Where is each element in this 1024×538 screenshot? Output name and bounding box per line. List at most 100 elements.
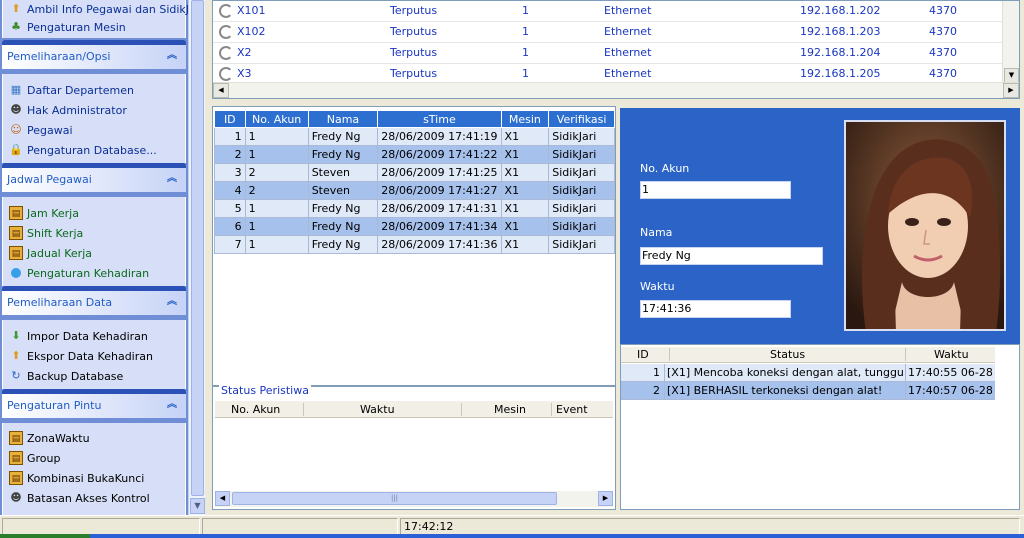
machine-number: 1 bbox=[522, 67, 529, 80]
column-header-no-akun[interactable]: No. Akun bbox=[231, 403, 280, 416]
column-header-verifikasi[interactable]: Verifikasi bbox=[548, 110, 615, 128]
machine-list-vscrollbar[interactable]: ▼ bbox=[1002, 1, 1019, 84]
table-row[interactable]: 3 2 Steven 28/06/2009 17:41:25 X1 SidikJ… bbox=[214, 163, 615, 182]
column-header-waktu[interactable]: Waktu bbox=[934, 348, 969, 361]
scroll-down-arrow-icon[interactable]: ▼ bbox=[1004, 68, 1019, 83]
scroll-right-arrow-icon[interactable]: ▶ bbox=[1003, 83, 1019, 98]
column-header-status[interactable]: Status bbox=[770, 348, 805, 361]
no-akun-field[interactable]: 1 bbox=[640, 181, 791, 199]
group-header-pemeliharaan-data[interactable]: Pemeliharaan Data ︽ bbox=[2, 286, 186, 315]
cell-id: 2 bbox=[214, 145, 246, 164]
sidebar-item-jam-kerja[interactable]: ▤ Jam Kerja bbox=[9, 204, 79, 222]
sidebar-item-ekspor-data[interactable]: ⬆ Ekspor Data Kehadiran bbox=[9, 347, 153, 365]
refresh-icon bbox=[219, 4, 233, 18]
sidebar-item-group[interactable]: ▤ Group bbox=[9, 449, 61, 467]
table-row[interactable]: 2 1 Fredy Ng 28/06/2009 17:41:22 X1 Sidi… bbox=[214, 145, 615, 164]
sidebar-item-batasan-akses[interactable]: ☻ Batasan Akses Kontrol bbox=[9, 489, 149, 507]
table-row[interactable]: 5 1 Fredy Ng 28/06/2009 17:41:31 X1 Sidi… bbox=[214, 199, 615, 218]
group-header-pemeliharaan-opsi[interactable]: Pemeliharaan/Opsi ︽ bbox=[2, 40, 186, 69]
column-header-id[interactable]: ID bbox=[637, 348, 649, 361]
sidebar-item-impor-data[interactable]: ⬇ Impor Data Kehadiran bbox=[9, 327, 147, 345]
table-row[interactable]: 1 [X1] Mencoba koneksi dengan alat, tung… bbox=[621, 364, 995, 382]
task-pane-scrollbar[interactable]: ▼ bbox=[188, 0, 205, 515]
sidebar-item-label: Jam Kerja bbox=[27, 206, 79, 220]
collapse-chevron-icon[interactable]: ︽ bbox=[164, 397, 180, 413]
machine-port: 4370 bbox=[929, 25, 957, 38]
scrollbar-thumb[interactable] bbox=[191, 0, 204, 496]
cell-no-akun: 1 bbox=[244, 127, 309, 146]
machine-number: 1 bbox=[522, 25, 529, 38]
cell-nama: Fredy Ng bbox=[307, 235, 379, 254]
waktu-field[interactable]: 17:41:36 bbox=[640, 300, 791, 318]
sidebar-item-backup-database[interactable]: ↻ Backup Database bbox=[9, 367, 123, 385]
table-row[interactable]: 6 1 Fredy Ng 28/06/2009 17:41:34 X1 Sidi… bbox=[214, 217, 615, 236]
sidebar-item-pengaturan-database[interactable]: 🔒 Pengaturan Database... bbox=[9, 141, 157, 159]
event-status-hscrollbar[interactable]: ◀ ||| ▶ bbox=[215, 491, 613, 507]
column-header-id[interactable]: ID bbox=[214, 110, 246, 128]
cell-stime: 28/06/2009 17:41:19 bbox=[377, 127, 502, 146]
collapse-chevron-icon[interactable]: ︽ bbox=[164, 171, 180, 187]
table-header-row: ID No. Akun Nama sTime Mesin Verifikasi bbox=[214, 110, 615, 128]
sidebar-item-ambil-info[interactable]: ⬆ Ambil Info Pegawai dan SidikJari bbox=[9, 0, 188, 18]
sidebar-item-jadual-kerja[interactable]: ▤ Jadual Kerja bbox=[9, 244, 92, 262]
employee-photo-image bbox=[846, 122, 1004, 329]
column-header-no-akun[interactable]: No. Akun bbox=[244, 110, 309, 128]
sidebar-item-hak-administrator[interactable]: ☻ Hak Administrator bbox=[9, 101, 127, 119]
cell-no-akun: 1 bbox=[244, 217, 309, 236]
table-row[interactable]: 1 1 Fredy Ng 28/06/2009 17:41:19 X1 Sidi… bbox=[214, 127, 615, 146]
machine-row[interactable]: X2 Terputus 1 Ethernet 192.168.1.204 437… bbox=[213, 43, 1003, 64]
table-row[interactable]: 4 2 Steven 28/06/2009 17:41:27 X1 SidikJ… bbox=[214, 181, 615, 200]
column-header-stime[interactable]: sTime bbox=[377, 110, 502, 128]
scroll-left-arrow-icon[interactable]: ◀ bbox=[213, 83, 229, 98]
machine-status: Terputus bbox=[390, 46, 438, 59]
machine-list-hscrollbar[interactable]: ◀ ▶ bbox=[213, 82, 1019, 98]
cell-nama: Fredy Ng bbox=[307, 127, 379, 146]
table-row[interactable]: 2 [X1] BERHASIL terkoneksi dengan alat! … bbox=[621, 382, 995, 400]
cell-id: 2 bbox=[653, 384, 660, 397]
table-row[interactable]: 7 1 Fredy Ng 28/06/2009 17:41:36 X1 Sidi… bbox=[214, 235, 615, 254]
sidebar-item-label: Daftar Departemen bbox=[27, 83, 134, 97]
scroll-right-arrow-icon[interactable]: ▶ bbox=[598, 491, 613, 506]
no-akun-label: No. Akun bbox=[640, 162, 690, 175]
cell-nama: Fredy Ng bbox=[307, 145, 379, 164]
cell-stime: 28/06/2009 17:41:34 bbox=[377, 217, 502, 236]
scroll-down-arrow-icon[interactable]: ▼ bbox=[190, 498, 205, 514]
sidebar-item-label: ZonaWaktu bbox=[27, 431, 90, 445]
collapse-chevron-icon[interactable]: ︽ bbox=[164, 48, 180, 64]
sidebar-item-shift-kerja[interactable]: ▤ Shift Kerja bbox=[9, 224, 83, 242]
column-header-event[interactable]: Event bbox=[556, 403, 588, 416]
machine-row[interactable]: X101 Terputus 1 Ethernet 192.168.1.202 4… bbox=[213, 1, 1003, 22]
refresh-icon bbox=[219, 67, 233, 81]
scroll-left-arrow-icon[interactable]: ◀ bbox=[215, 491, 230, 506]
machine-connection-type: Ethernet bbox=[604, 4, 652, 17]
cell-verifikasi: SidikJari bbox=[548, 145, 615, 164]
column-header-mesin[interactable]: Mesin bbox=[500, 110, 550, 128]
sidebar-item-pengaturan-kehadiran[interactable]: Pengaturan Kehadiran bbox=[9, 264, 149, 282]
cell-mesin: X1 bbox=[500, 217, 550, 236]
group-body-top: ⬆ Ambil Info Pegawai dan SidikJari ♣ Pen… bbox=[2, 0, 188, 38]
machine-row[interactable]: X102 Terputus 1 Ethernet 192.168.1.203 4… bbox=[213, 22, 1003, 43]
group-header-jadwal-pegawai[interactable]: Jadwal Pegawai ︽ bbox=[2, 163, 186, 192]
column-header-mesin[interactable]: Mesin bbox=[494, 403, 526, 416]
column-header-waktu[interactable]: Waktu bbox=[360, 403, 395, 416]
cell-status: [X1] Mencoba koneksi dengan alat, tunggu… bbox=[667, 366, 903, 379]
machine-connection-type: Ethernet bbox=[604, 25, 652, 38]
collapse-chevron-icon[interactable]: ︽ bbox=[164, 294, 180, 310]
sidebar-item-daftar-departemen[interactable]: ▦ Daftar Departemen bbox=[9, 81, 134, 99]
cell-id: 4 bbox=[214, 181, 246, 200]
sidebar-item-pengaturan-mesin[interactable]: ♣ Pengaturan Mesin bbox=[9, 18, 126, 36]
group-header-pengaturan-pintu[interactable]: Pengaturan Pintu ︽ bbox=[2, 389, 186, 418]
column-divider bbox=[905, 348, 906, 361]
cell-stime: 28/06/2009 17:41:36 bbox=[377, 235, 502, 254]
machine-connection-type: Ethernet bbox=[604, 46, 652, 59]
sidebar-item-label: Kombinasi BukaKunci bbox=[27, 471, 145, 485]
sidebar-item-pegawai[interactable]: ☺ Pegawai bbox=[9, 121, 72, 139]
sidebar-item-kombinasi-bukakunci[interactable]: ▤ Kombinasi BukaKunci bbox=[9, 469, 144, 487]
scrollbar-thumb[interactable]: ||| bbox=[232, 492, 557, 505]
column-divider bbox=[905, 382, 906, 399]
sidebar-item-zonawaktu[interactable]: ▤ ZonaWaktu bbox=[9, 429, 90, 447]
column-header-nama[interactable]: Nama bbox=[307, 110, 379, 128]
nama-field[interactable]: Fredy Ng bbox=[640, 247, 823, 265]
cell-no-akun: 1 bbox=[244, 235, 309, 254]
department-icon: ▦ bbox=[10, 83, 22, 96]
